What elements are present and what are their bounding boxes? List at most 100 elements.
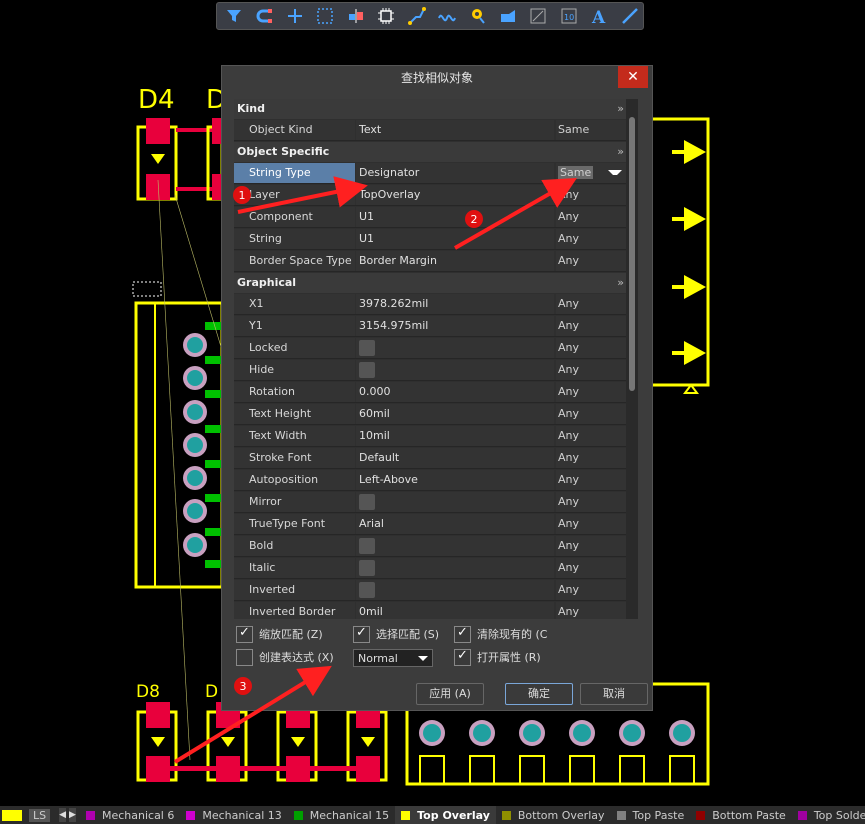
- section-kind[interactable]: Kind »: [234, 99, 626, 119]
- property-value[interactable]: TopOverlay: [356, 185, 554, 205]
- property-row[interactable]: Mirror Any: [234, 492, 626, 513]
- match-criteria[interactable]: Any: [556, 514, 626, 534]
- clear-existing-option[interactable]: 清除现有的 (C: [454, 624, 547, 644]
- zoom-match-option[interactable]: 缩放匹配 (Z): [236, 624, 323, 644]
- property-value[interactable]: Border Margin: [356, 251, 554, 271]
- property-row[interactable]: Inverted Any: [234, 580, 626, 601]
- property-value[interactable]: U1: [356, 229, 554, 249]
- collapse-icon[interactable]: »: [617, 273, 624, 293]
- property-value[interactable]: 0.000: [356, 382, 554, 402]
- layer-prev-button[interactable]: ◀: [59, 808, 67, 822]
- clear-existing-checkbox[interactable]: [454, 624, 471, 643]
- match-criteria[interactable]: Any: [556, 382, 626, 402]
- match-criteria[interactable]: Any: [556, 229, 626, 249]
- property-value[interactable]: 60mil: [356, 404, 554, 424]
- line-icon[interactable]: [616, 4, 642, 28]
- diff-pair-icon[interactable]: [434, 4, 460, 28]
- text-icon[interactable]: A: [586, 4, 612, 28]
- property-value[interactable]: 0mil: [356, 602, 554, 619]
- open-properties-option[interactable]: 打开属性 (R): [454, 647, 541, 667]
- create-expression-checkbox[interactable]: [236, 648, 253, 666]
- property-value[interactable]: 3154.975mil: [356, 316, 554, 336]
- match-criteria[interactable]: Any: [556, 316, 626, 336]
- property-value[interactable]: [356, 558, 554, 578]
- crosshair-icon[interactable]: [282, 4, 308, 28]
- layer-tab[interactable]: Bottom Overlay: [496, 806, 611, 824]
- layer-tab[interactable]: Bottom Paste: [690, 806, 792, 824]
- property-value[interactable]: U1: [356, 207, 554, 227]
- zoom-match-checkbox[interactable]: [236, 624, 253, 643]
- layer-tab[interactable]: Mechanical 13: [180, 806, 287, 824]
- current-layer-indicator[interactable]: LS: [0, 806, 56, 824]
- layer-tab[interactable]: Top Overlay: [395, 806, 496, 824]
- property-row[interactable]: Text Height 60mil Any: [234, 404, 626, 425]
- collapse-icon[interactable]: »: [617, 142, 624, 162]
- property-value[interactable]: 3978.262mil: [356, 294, 554, 314]
- property-row[interactable]: TrueType Font NameArial Any: [234, 514, 626, 550]
- match-criteria[interactable]: Any: [556, 207, 626, 227]
- property-value[interactable]: [356, 580, 554, 600]
- match-criteria[interactable]: Any: [556, 470, 626, 490]
- property-row[interactable]: Stroke Font Default Any: [234, 448, 626, 469]
- property-row[interactable]: Autoposition Left-Above Any: [234, 470, 626, 491]
- via-icon[interactable]: [464, 4, 490, 28]
- mode-select[interactable]: Normal: [353, 649, 433, 667]
- match-criteria[interactable]: Any: [556, 448, 626, 468]
- section-object-specific[interactable]: Object Specific »: [234, 142, 626, 162]
- property-value[interactable]: [356, 492, 554, 512]
- property-row[interactable]: Layer TopOverlay Any: [234, 185, 626, 206]
- select-rect-icon[interactable]: [312, 4, 338, 28]
- property-value[interactable]: Arial: [356, 514, 554, 534]
- property-checkbox[interactable]: [359, 494, 375, 510]
- property-row[interactable]: Object Kind Text Same: [234, 120, 626, 141]
- cancel-button[interactable]: 取消: [580, 683, 648, 705]
- property-checkbox[interactable]: [359, 362, 375, 378]
- property-checkbox[interactable]: [359, 340, 375, 356]
- scrollbar[interactable]: [626, 99, 638, 619]
- property-value[interactable]: Default: [356, 448, 554, 468]
- property-row[interactable]: Hide Any: [234, 360, 626, 381]
- match-criteria[interactable]: Any: [556, 294, 626, 314]
- dialog-titlebar[interactable]: 查找相似对象 ✕: [222, 66, 652, 90]
- keepout-icon[interactable]: [525, 4, 551, 28]
- match-criteria[interactable]: Any: [556, 492, 626, 512]
- polygon-icon[interactable]: [495, 4, 521, 28]
- layer-tab[interactable]: Mechanical 6: [80, 806, 180, 824]
- property-row[interactable]: Locked Any: [234, 338, 626, 359]
- property-row[interactable]: X1 3978.262mil Any: [234, 294, 626, 315]
- collapse-icon[interactable]: »: [617, 99, 624, 119]
- match-criteria[interactable]: Any: [556, 580, 626, 600]
- property-row[interactable]: Component U1 Any: [234, 207, 626, 228]
- property-row[interactable]: Text Width 10mil Any: [234, 426, 626, 447]
- component-icon[interactable]: [373, 4, 399, 28]
- property-row[interactable]: Rotation 0.000 Any: [234, 382, 626, 403]
- route-icon[interactable]: [404, 4, 430, 28]
- property-row[interactable]: Y1 3154.975mil Any: [234, 316, 626, 337]
- close-button[interactable]: ✕: [618, 66, 648, 88]
- match-criteria[interactable]: Any: [556, 558, 626, 578]
- match-criteria[interactable]: Any: [556, 338, 626, 358]
- layer-tab[interactable]: Mechanical 15: [288, 806, 395, 824]
- match-criteria[interactable]: Any: [556, 251, 626, 271]
- chevron-down-icon[interactable]: [608, 170, 622, 175]
- property-value[interactable]: [356, 360, 554, 380]
- property-value[interactable]: [356, 338, 554, 358]
- align-icon[interactable]: [343, 4, 369, 28]
- apply-button[interactable]: 应用 (A): [416, 683, 484, 705]
- section-graphical[interactable]: Graphical »: [234, 273, 626, 293]
- match-criteria[interactable]: Any: [556, 404, 626, 424]
- property-row[interactable]: String Type Designator Same: [234, 163, 626, 184]
- property-value[interactable]: Text: [356, 120, 554, 140]
- create-expression-option[interactable]: 创建表达式 (X): [236, 648, 334, 667]
- select-match-checkbox[interactable]: [353, 624, 370, 643]
- match-criteria[interactable]: Any: [556, 602, 626, 619]
- select-match-option[interactable]: 选择匹配 (S): [353, 624, 439, 644]
- match-criteria[interactable]: Any: [556, 536, 626, 556]
- magnet-icon[interactable]: [251, 4, 277, 28]
- property-row[interactable]: Border Space Type Border Margin Any: [234, 251, 626, 272]
- layer-tab[interactable]: Top Paste: [611, 806, 691, 824]
- match-criteria[interactable]: Same: [556, 120, 626, 140]
- property-row[interactable]: Bold Any: [234, 536, 626, 557]
- filter-icon[interactable]: [221, 4, 247, 28]
- property-row[interactable]: Inverted Border Width0mil Any: [234, 602, 626, 619]
